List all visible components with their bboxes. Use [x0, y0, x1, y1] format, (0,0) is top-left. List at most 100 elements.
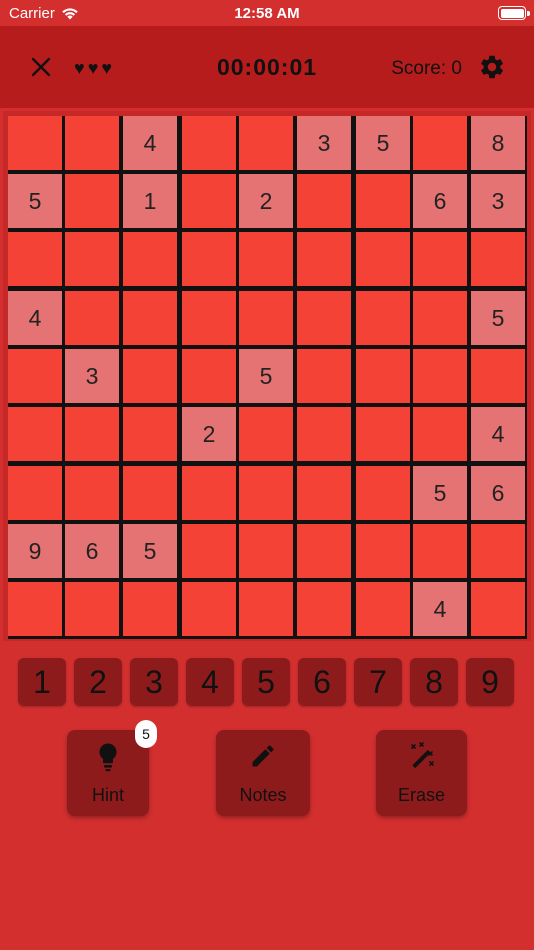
hint-count-badge: 5	[135, 720, 157, 748]
sudoku-cell[interactable]	[123, 582, 177, 636]
sudoku-cell[interactable]: 3	[65, 349, 119, 403]
sudoku-cell[interactable]	[356, 582, 410, 636]
sudoku-cell[interactable]	[297, 524, 351, 578]
number-button[interactable]: 8	[410, 658, 458, 706]
sudoku-cell[interactable]: 8	[471, 116, 525, 170]
sudoku-cell[interactable]	[356, 466, 410, 520]
sudoku-cell[interactable]	[8, 349, 62, 403]
settings-button[interactable]	[478, 53, 506, 81]
sudoku-cell[interactable]: 5	[8, 174, 62, 228]
sudoku-cell[interactable]	[8, 232, 62, 286]
sudoku-cell[interactable]	[123, 349, 177, 403]
sudoku-cell[interactable]: 1	[123, 174, 177, 228]
sudoku-cell[interactable]	[413, 407, 467, 461]
sudoku-cell[interactable]: 6	[413, 174, 467, 228]
sudoku-cell[interactable]	[413, 349, 467, 403]
sudoku-cell[interactable]: 4	[123, 116, 177, 170]
sudoku-cell[interactable]	[413, 232, 467, 286]
sudoku-cell[interactable]	[239, 524, 293, 578]
sudoku-cell[interactable]	[182, 582, 236, 636]
sudoku-cell[interactable]	[413, 116, 467, 170]
sudoku-cell[interactable]	[239, 291, 293, 345]
sudoku-cell[interactable]	[182, 349, 236, 403]
sudoku-cell[interactable]: 4	[471, 407, 525, 461]
number-button[interactable]: 1	[18, 658, 66, 706]
sudoku-cell[interactable]	[471, 349, 525, 403]
sudoku-cell[interactable]: 5	[123, 524, 177, 578]
sudoku-cell[interactable]	[123, 407, 177, 461]
sudoku-cell[interactable]	[182, 116, 236, 170]
sudoku-cell[interactable]	[471, 524, 525, 578]
number-button[interactable]: 6	[298, 658, 346, 706]
sudoku-cell[interactable]	[413, 524, 467, 578]
sudoku-cell[interactable]: 5	[413, 466, 467, 520]
sudoku-cell[interactable]: 5	[471, 291, 525, 345]
sudoku-cell[interactable]	[356, 407, 410, 461]
number-button[interactable]: 4	[186, 658, 234, 706]
number-button[interactable]: 2	[74, 658, 122, 706]
sudoku-cell[interactable]: 4	[8, 291, 62, 345]
sudoku-cell[interactable]: 4	[413, 582, 467, 636]
sudoku-cell[interactable]	[413, 291, 467, 345]
sudoku-cell[interactable]: 2	[182, 407, 236, 461]
sudoku-cell[interactable]	[297, 349, 351, 403]
sudoku-cell[interactable]	[65, 291, 119, 345]
gear-icon	[481, 55, 503, 79]
magic-wand-icon	[410, 742, 434, 768]
sudoku-cell[interactable]	[8, 407, 62, 461]
sudoku-cell[interactable]	[239, 582, 293, 636]
lightbulb-icon	[99, 743, 117, 772]
notes-button[interactable]: Notes	[216, 730, 310, 816]
number-button[interactable]: 9	[466, 658, 514, 706]
sudoku-cell[interactable]	[123, 466, 177, 520]
sudoku-cell[interactable]	[8, 116, 62, 170]
sudoku-cell[interactable]	[239, 466, 293, 520]
sudoku-cell[interactable]: 2	[239, 174, 293, 228]
sudoku-cell[interactable]: 5	[239, 349, 293, 403]
sudoku-cell[interactable]	[471, 232, 525, 286]
sudoku-cell[interactable]	[356, 349, 410, 403]
sudoku-cell[interactable]: 9	[8, 524, 62, 578]
sudoku-cell[interactable]: 6	[65, 524, 119, 578]
sudoku-cell[interactable]	[65, 232, 119, 286]
sudoku-cell[interactable]	[356, 291, 410, 345]
sudoku-cell[interactable]: 3	[297, 116, 351, 170]
sudoku-cell[interactable]	[65, 407, 119, 461]
sudoku-cell[interactable]	[65, 466, 119, 520]
sudoku-cell[interactable]	[123, 232, 177, 286]
sudoku-cell[interactable]	[471, 582, 525, 636]
sudoku-cell[interactable]	[297, 582, 351, 636]
sudoku-cell[interactable]	[356, 174, 410, 228]
number-button[interactable]: 3	[130, 658, 178, 706]
sudoku-cell[interactable]	[8, 466, 62, 520]
sudoku-cell[interactable]	[239, 232, 293, 286]
sudoku-cell[interactable]	[182, 524, 236, 578]
erase-label: Erase	[397, 785, 446, 805]
sudoku-cell[interactable]: 3	[471, 174, 525, 228]
erase-button[interactable]: Erase	[376, 730, 467, 816]
number-button[interactable]: 7	[354, 658, 402, 706]
notes-label: Notes	[239, 785, 287, 805]
sudoku-cell[interactable]: 6	[471, 466, 525, 520]
sudoku-cell[interactable]	[297, 466, 351, 520]
sudoku-cell[interactable]	[239, 407, 293, 461]
sudoku-cell[interactable]	[65, 174, 119, 228]
sudoku-cell[interactable]	[239, 116, 293, 170]
sudoku-cell[interactable]	[182, 174, 236, 228]
sudoku-cell[interactable]	[65, 116, 119, 170]
sudoku-cell[interactable]	[297, 407, 351, 461]
number-button[interactable]: 5	[242, 658, 290, 706]
sudoku-cell[interactable]	[182, 466, 236, 520]
sudoku-cell[interactable]	[8, 582, 62, 636]
sudoku-cell[interactable]	[123, 291, 177, 345]
sudoku-cell[interactable]	[356, 232, 410, 286]
sudoku-cell[interactable]	[356, 524, 410, 578]
sudoku-cell[interactable]	[297, 174, 351, 228]
sudoku-cell[interactable]	[65, 582, 119, 636]
sudoku-cell[interactable]	[182, 232, 236, 286]
sudoku-cell[interactable]: 5	[356, 116, 410, 170]
board-container: 435851263453524569654	[3, 111, 531, 641]
sudoku-cell[interactable]	[182, 291, 236, 345]
sudoku-cell[interactable]	[297, 291, 351, 345]
sudoku-cell[interactable]	[297, 232, 351, 286]
